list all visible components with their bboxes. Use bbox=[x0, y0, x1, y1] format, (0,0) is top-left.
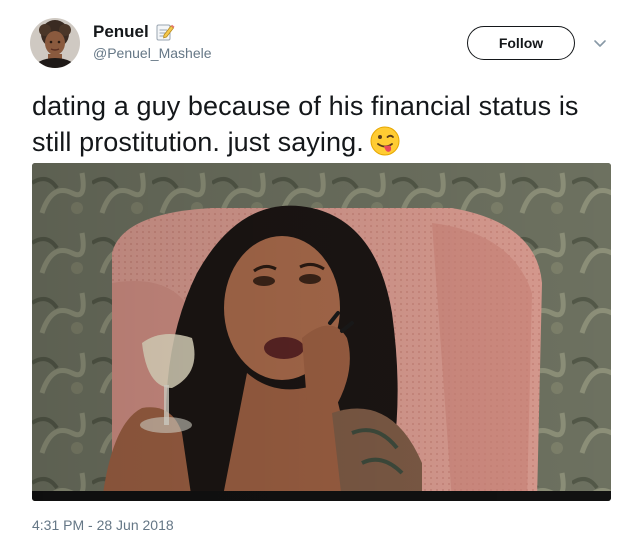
tweet-card: Penuel @Penuel_Mashele Follow dating a g… bbox=[0, 0, 636, 546]
tweet-text-content: dating a guy because of his financial st… bbox=[32, 91, 579, 157]
tweet-text: dating a guy because of his financial st… bbox=[32, 88, 622, 160]
chevron-down-icon[interactable] bbox=[592, 35, 608, 51]
winking-face-with-tongue-emoji bbox=[370, 126, 400, 156]
memo-icon bbox=[155, 22, 175, 42]
tweet-photo[interactable] bbox=[32, 163, 611, 501]
author-name-row: Penuel bbox=[93, 22, 175, 42]
avatar[interactable] bbox=[30, 18, 80, 68]
follow-button[interactable]: Follow bbox=[467, 26, 575, 60]
display-name[interactable]: Penuel bbox=[93, 22, 149, 42]
tweet-timestamp[interactable]: 4:31 PM - 28 Jun 2018 bbox=[32, 517, 174, 533]
user-handle[interactable]: @Penuel_Mashele bbox=[93, 45, 212, 61]
